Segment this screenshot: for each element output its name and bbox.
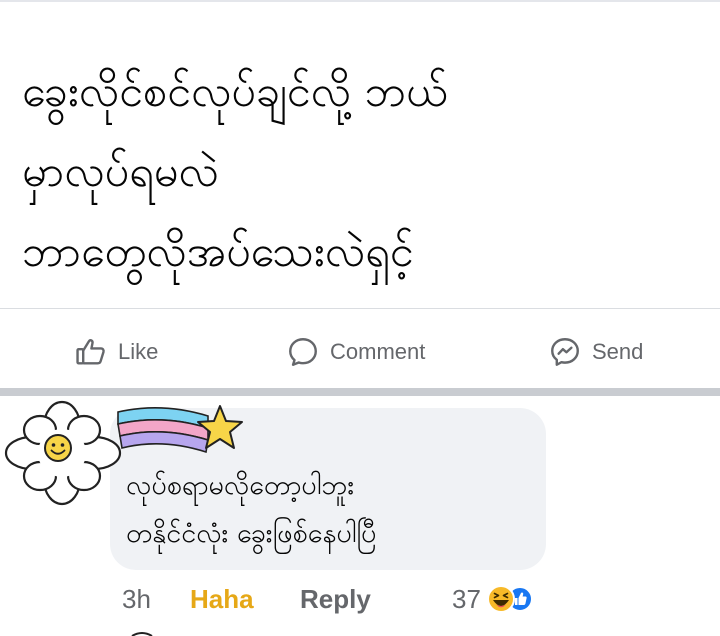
send-label: Send — [592, 339, 644, 364]
comment-text-line: လုပ်စရာမလိုတော့ပါဘူး — [126, 470, 355, 501]
haha-reaction-link[interactable]: Haha — [190, 584, 254, 615]
post-text-line: ဘာတွေလိုအပ်သေးလဲရှင့် — [22, 227, 414, 277]
reaction-icons[interactable] — [484, 582, 536, 616]
comment-button[interactable]: Comment — [286, 332, 425, 372]
haha-reaction-icon — [487, 585, 515, 613]
comment-text: လုပ်စရာမလိုတော့ပါဘူး တနိုင်ငံလုံး ခွေးဖြ… — [126, 462, 546, 558]
next-avatar-fragment — [131, 632, 153, 636]
post-text-line: မှာလုပ်ရမလဲ — [22, 147, 219, 197]
like-icon — [76, 339, 105, 365]
comment-timestamp[interactable]: 3h — [122, 584, 151, 615]
comment-label: Comment — [330, 339, 426, 364]
send-button[interactable]: Send — [548, 332, 643, 372]
section-divider — [0, 388, 720, 396]
comment-icon — [289, 338, 317, 366]
post-text-line: ခွေးလိုင်စင်လုပ်ချင်လို့ ဘယ် — [22, 67, 448, 117]
comment-meta: 3h Haha Reply 37 — [122, 580, 582, 624]
like-label: Like — [118, 339, 159, 364]
shooting-star-sticker — [117, 405, 243, 454]
reaction-count[interactable]: 37 — [452, 584, 481, 615]
reply-button[interactable]: Reply — [300, 584, 371, 615]
post-divider — [0, 308, 720, 309]
post-action-bar: Like Comment Send — [0, 318, 720, 384]
top-divider — [0, 0, 720, 2]
flower-avatar-icon[interactable] — [2, 398, 122, 508]
send-icon — [551, 338, 579, 366]
like-button[interactable]: Like — [74, 332, 158, 372]
comment-text-line: တနိုင်ငံလုံး ခွေးဖြစ်နေပါပြီ — [126, 518, 377, 549]
post-text: ခွေးလိုင်စင်လုပ်ချင်လို့ ဘယ် မှာလုပ်ရမလဲ… — [22, 52, 702, 292]
